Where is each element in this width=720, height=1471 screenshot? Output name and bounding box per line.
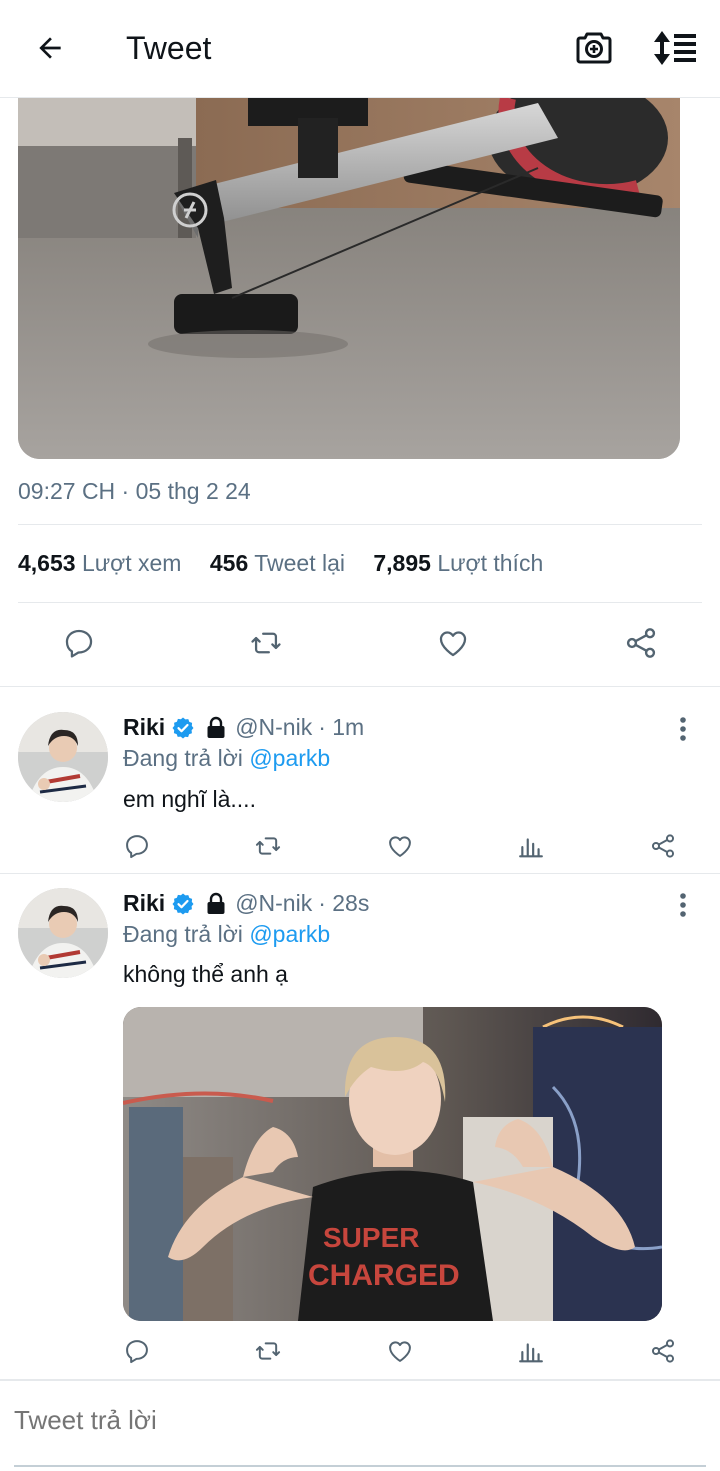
more-vertical-icon xyxy=(680,893,686,917)
reply-icon xyxy=(126,1340,148,1364)
reply-time: · 28s xyxy=(318,890,370,916)
like-button[interactable] xyxy=(429,620,477,666)
verified-badge-icon xyxy=(172,717,194,738)
views-count: 4,653 xyxy=(18,550,76,576)
svg-text:CHARGED: CHARGED xyxy=(308,1259,460,1292)
retweet-button[interactable] xyxy=(251,830,285,862)
analytics-button[interactable] xyxy=(514,1335,548,1367)
tweet-media-image[interactable] xyxy=(18,98,680,459)
replying-to-link[interactable]: @parkb xyxy=(249,921,330,947)
arrow-left-icon xyxy=(39,37,61,59)
lock-icon xyxy=(207,716,225,738)
avatar[interactable] xyxy=(18,888,108,978)
reply-time: · 1m xyxy=(318,714,365,740)
page-title: Tweet xyxy=(126,30,212,66)
tweet-action-bar xyxy=(0,620,720,666)
likes-count: 7,895 xyxy=(373,550,431,576)
bar-chart-icon xyxy=(519,1343,543,1363)
replying-prefix: Đang trả lời xyxy=(123,921,243,947)
replying-to: Đang trả lời @parkb xyxy=(123,745,330,772)
like-button[interactable] xyxy=(383,1335,417,1367)
reply-icon xyxy=(65,629,93,658)
likes-stat[interactable]: 7,895 Lượt thích xyxy=(373,550,543,576)
flexing-person-photo: SUPER CHARGED xyxy=(123,1007,662,1321)
reply-input[interactable] xyxy=(14,1405,704,1436)
reply-media-image[interactable]: SUPER CHARGED xyxy=(123,1007,662,1321)
reply-action-bar xyxy=(0,830,720,862)
reply-action-bar xyxy=(0,1335,720,1367)
reply-text: không thể anh ạ xyxy=(123,961,288,987)
reply-button[interactable] xyxy=(120,1335,154,1367)
replying-to-link[interactable]: @parkb xyxy=(249,745,330,771)
avatar[interactable] xyxy=(18,712,108,802)
sort-lines-icon xyxy=(654,31,696,65)
more-vertical-icon xyxy=(680,717,686,741)
avatar-photo xyxy=(18,888,108,978)
analytics-button[interactable] xyxy=(514,830,548,862)
bar-chart-icon xyxy=(519,838,543,858)
share-button[interactable] xyxy=(617,620,665,666)
share-icon xyxy=(651,834,675,858)
tweet-stats: 4,653 Lượt xem 456 Tweet lại 7,895 Lượt … xyxy=(18,550,543,577)
more-options-button[interactable] xyxy=(668,714,698,744)
reply-button[interactable] xyxy=(120,830,154,862)
retweets-count: 456 xyxy=(209,550,249,576)
views-stat[interactable]: 4,653 Lượt xem xyxy=(18,550,181,576)
camera-button[interactable] xyxy=(572,26,616,70)
author-name[interactable]: Riki xyxy=(123,890,165,917)
retweet-icon xyxy=(255,837,281,855)
author-handle[interactable]: @N-nik xyxy=(235,890,312,917)
replying-to: Đang trả lời @parkb xyxy=(123,921,330,948)
share-icon xyxy=(626,628,656,658)
heart-icon xyxy=(439,631,467,657)
heart-icon xyxy=(389,1341,411,1362)
camera-plus-icon xyxy=(576,32,612,64)
reply-text: em nghĩ là.... xyxy=(123,786,256,812)
input-underline xyxy=(14,1465,706,1467)
views-label: Lượt xem xyxy=(81,550,182,576)
author-handle[interactable]: @N-nik xyxy=(235,714,312,741)
tweet-timestamp[interactable]: 09:27 CH · 05 thg 2 24 xyxy=(18,478,251,505)
share-button[interactable] xyxy=(646,1335,680,1367)
reply-tweet[interactable]: Riki @N-nik · 1m Đang trả lời @parkb em … xyxy=(0,687,720,873)
back-button[interactable] xyxy=(28,26,72,70)
share-icon xyxy=(651,1339,675,1363)
divider xyxy=(18,524,702,525)
sort-button[interactable] xyxy=(652,26,700,70)
reply-header: Riki @N-nik · 1m xyxy=(123,714,364,741)
divider xyxy=(18,602,702,603)
top-app-bar: Tweet xyxy=(0,0,720,98)
reply-icon xyxy=(126,835,148,859)
retweet-icon xyxy=(255,1342,281,1360)
verified-badge-icon xyxy=(172,893,194,914)
likes-label: Lượt thích xyxy=(437,550,544,576)
retweets-label: Tweet lại xyxy=(254,550,345,576)
author-name[interactable]: Riki xyxy=(123,714,165,741)
svg-text:SUPER: SUPER xyxy=(323,1222,419,1253)
share-button[interactable] xyxy=(646,830,680,862)
retweet-icon xyxy=(251,632,281,654)
retweet-button[interactable] xyxy=(251,1335,285,1367)
reply-button[interactable] xyxy=(55,620,103,666)
reply-compose-bar xyxy=(0,1380,720,1471)
retweets-stat[interactable]: 456 Tweet lại xyxy=(210,550,345,576)
replying-prefix: Đang trả lời xyxy=(123,745,243,771)
lock-icon xyxy=(207,892,225,914)
reply-header: Riki @N-nik · 28s xyxy=(123,890,369,917)
heart-icon xyxy=(389,836,411,857)
retweet-button[interactable] xyxy=(242,620,290,666)
avatar-photo xyxy=(18,712,108,802)
more-options-button[interactable] xyxy=(668,890,698,920)
like-button[interactable] xyxy=(383,830,417,862)
rowing-machine-photo xyxy=(18,98,680,459)
